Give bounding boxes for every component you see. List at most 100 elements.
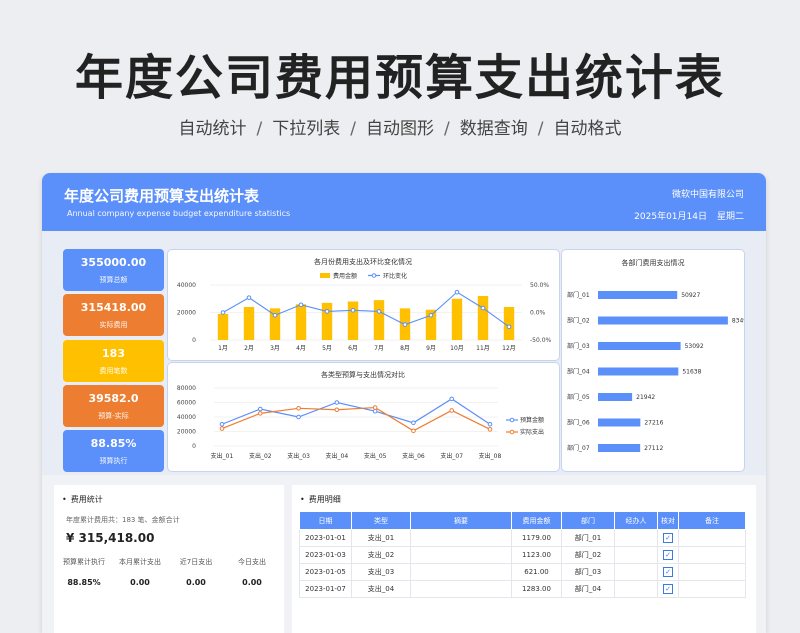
cell-dept[interactable]: 部门_01	[561, 529, 615, 547]
chart-title: 各部门费用支出情况	[622, 258, 685, 267]
stat-today-spend: 今日支出 0.00	[224, 557, 280, 587]
header-summary[interactable]: 摘要	[410, 511, 512, 530]
x-tick-label: 10月	[450, 345, 464, 352]
data-label: 51638	[682, 369, 701, 376]
bar	[321, 302, 333, 340]
cell-amount[interactable]: 1283.00	[511, 580, 562, 598]
bar	[217, 313, 229, 340]
kpi-value: 355000.00	[80, 256, 147, 269]
cell-dept[interactable]: 部门_02	[561, 546, 615, 564]
cell-note[interactable]	[678, 563, 746, 581]
x-tick-label: 11月	[476, 345, 490, 352]
cell-check: ✓	[657, 563, 679, 581]
cell-dept[interactable]: 部门_03	[561, 563, 615, 581]
bar	[598, 291, 678, 299]
data-point	[296, 414, 301, 420]
data-point	[372, 405, 378, 410]
dashboard-banner: 年度公司费用预算支出统计表 Annual company expense bud…	[42, 173, 766, 231]
cell-handler[interactable]	[614, 580, 658, 598]
feature-separator: /	[256, 119, 263, 139]
stat-week-spend: 近7日支出 0.00	[168, 557, 224, 587]
checkbox-checked[interactable]: ✓	[663, 584, 673, 594]
data-label: 27216	[644, 420, 663, 427]
type-comparison-chart: 各类型预算与支出情况对比 0 20000 40000 60000 80000 预算金额实际支…	[177, 370, 544, 460]
header-check[interactable]: 核对	[657, 511, 679, 530]
cell-amount[interactable]: 1123.00	[511, 546, 562, 564]
data-point	[487, 427, 493, 432]
header-amount[interactable]: 费用金额	[511, 511, 562, 530]
cell-summary[interactable]	[410, 529, 512, 547]
cell-summary[interactable]	[410, 580, 512, 598]
x-tick-label: 支出_05	[364, 452, 387, 460]
cell-type[interactable]: 支出_01	[351, 529, 411, 547]
kpi-label: 预算-实际	[98, 412, 129, 420]
table-row: 2023-01-01 支出_01 1179.00 部门_01 ✓	[299, 529, 746, 547]
header-handler[interactable]: 经办人	[614, 511, 658, 530]
stats-total-amount: ¥ 315,418.00	[66, 531, 155, 545]
x-tick-label: 支出_07	[440, 452, 463, 460]
data-point	[350, 308, 356, 313]
x-tick-label: 支出_01	[211, 452, 234, 460]
kpi-budget-total: 355000.00 预算总额	[63, 249, 164, 291]
data-point	[257, 406, 263, 412]
checkbox-checked[interactable]: ✓	[663, 550, 673, 560]
cell-date[interactable]: 2023-01-05	[299, 563, 352, 581]
lower-area: 费用统计 年度累计费用共：183 笔、金额合计 ¥ 315,418.00 预算累…	[42, 475, 766, 633]
cell-type[interactable]: 支出_03	[351, 563, 411, 581]
cell-dept[interactable]: 部门_04	[561, 580, 615, 598]
kpi-value: 88.85%	[90, 437, 137, 450]
bar	[243, 307, 255, 340]
cell-note[interactable]	[678, 546, 746, 564]
cell-amount[interactable]: 621.00	[511, 563, 562, 581]
cell-summary[interactable]	[410, 563, 512, 581]
cell-type[interactable]: 支出_02	[351, 546, 411, 564]
bar	[598, 418, 641, 427]
y-tick-label: 部门_04	[567, 368, 590, 376]
feature-item: 自动统计	[178, 119, 247, 139]
dashboard-area: 355000.00 预算总额 315418.00 实际费用 183 费用笔数 3…	[42, 231, 766, 475]
data-label: 83491	[732, 318, 744, 325]
y-tick-label: 20000	[177, 310, 196, 317]
checkbox-checked[interactable]: ✓	[663, 567, 673, 577]
bar	[295, 304, 307, 340]
cell-handler[interactable]	[614, 546, 658, 564]
legend-swatch-bar	[320, 273, 330, 278]
cell-date[interactable]: 2023-01-07	[299, 580, 352, 598]
stat-label: 预算累计执行	[63, 558, 105, 566]
cell-handler[interactable]	[614, 563, 658, 581]
y2-tick-label: -50.0%	[530, 337, 552, 344]
header-note[interactable]: 备注	[678, 511, 746, 530]
cell-check: ✓	[657, 529, 679, 547]
legend-marker	[509, 429, 515, 435]
legend-label: 环比变化	[383, 272, 407, 280]
banner-date: 2025年01月14日 星期二	[624, 209, 744, 222]
cell-date[interactable]: 2023-01-01	[299, 529, 352, 547]
cell-date[interactable]: 2023-01-03	[299, 546, 352, 564]
cell-note[interactable]	[678, 529, 746, 547]
feature-separator: /	[444, 119, 450, 139]
data-point	[428, 312, 434, 318]
kpi-budget-execution: 88.85% 预算执行	[63, 430, 164, 472]
cell-note[interactable]	[678, 580, 746, 598]
monthly-expense-chart: 各月份费用支出及环比变化情况费用金额 环比变化 0 20000 40000 -50.0% 0…	[177, 257, 552, 352]
cell-handler[interactable]	[614, 529, 658, 547]
y-tick-label: 40000	[177, 282, 196, 289]
department-expense-chart: 各部门费用支出情况部门_01 50927 部门_02 83491 部门_03 53092 部…	[567, 258, 744, 452]
legend-label: 实际支出	[520, 428, 544, 436]
kpi-value: 315418.00	[80, 301, 147, 314]
bar	[451, 298, 463, 340]
header-date[interactable]: 日期	[299, 511, 352, 530]
cell-summary[interactable]	[410, 546, 512, 564]
header-type[interactable]: 类型	[351, 511, 411, 530]
checkbox-checked[interactable]: ✓	[663, 533, 673, 543]
stat-value: 0.00	[186, 578, 206, 587]
cell-type[interactable]: 支出_04	[351, 580, 411, 598]
cell-amount[interactable]: 1179.00	[511, 529, 562, 547]
y-tick-label: 80000	[177, 385, 196, 392]
data-point	[334, 407, 340, 413]
y-tick-label: 20000	[177, 429, 196, 436]
data-point	[298, 302, 304, 308]
legend-marker	[371, 273, 377, 278]
y-tick-label: 60000	[177, 400, 196, 407]
header-dept[interactable]: 部门	[561, 511, 615, 530]
